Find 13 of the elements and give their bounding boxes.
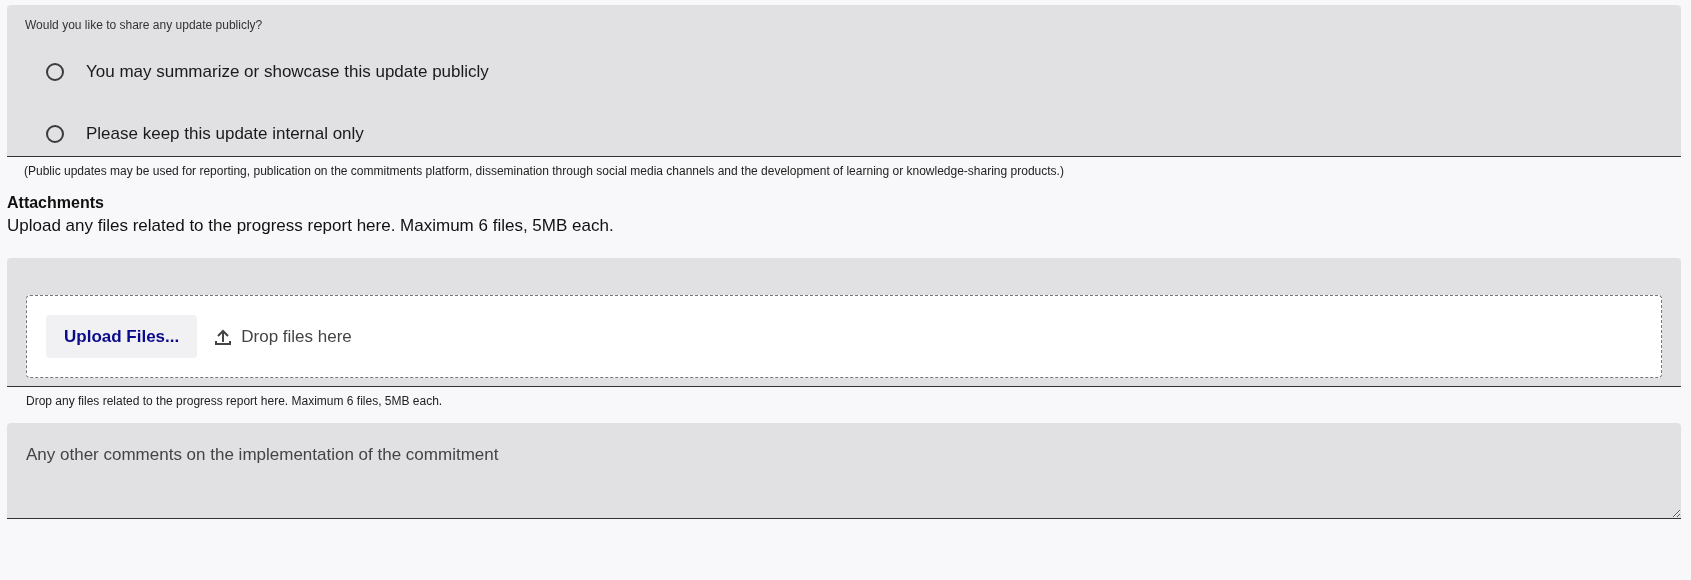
attachments-description: Upload any files related to the progress report here. Maximum 6 files, 5MB each. [7, 216, 614, 236]
radio-option[interactable]: You may summarize or showcase this update publicly [46, 41, 489, 103]
radio-button[interactable] [46, 125, 64, 143]
drop-files-label: Drop files here [241, 326, 352, 347]
attachments-heading: Attachments [7, 194, 104, 212]
public-updates-note: (Public updates may be used for reporting, publication on the commitments platform, dissemination through social media channels and the development of learning or knowledge-sharing products.) [23, 163, 1064, 178]
upload-files-button[interactable]: Upload Files... [46, 315, 198, 358]
question-label: Would you like to share any update publicly? [25, 18, 263, 32]
radio-button[interactable] [46, 63, 64, 81]
radio-option[interactable]: Please keep this update internal only [46, 103, 364, 165]
upload-hint: Drop any files related to the progress report here. Maximum 6 files, 5MB each. [25, 393, 443, 408]
drop-zone[interactable]: Upload Files... Drop files here [26, 295, 1662, 378]
comments-field[interactable]: Any other comments on the implementation of the commitment [7, 423, 1681, 519]
